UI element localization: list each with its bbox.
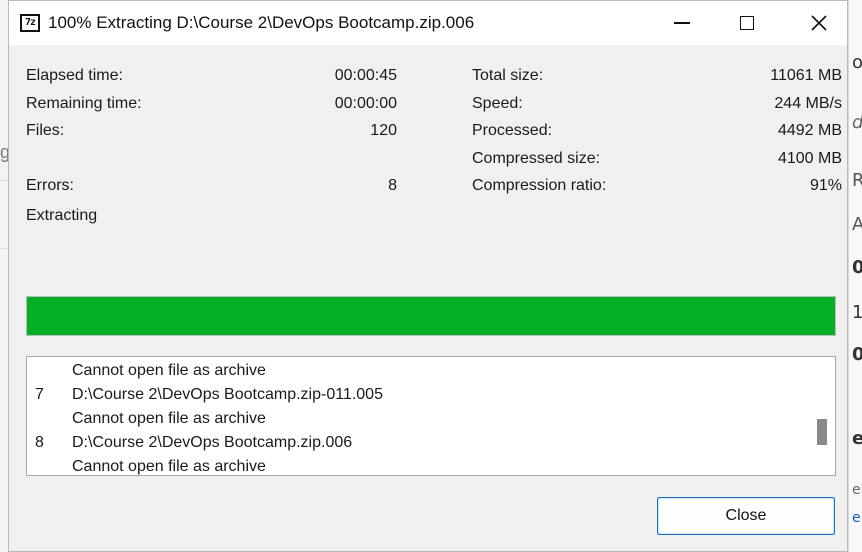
total-size-value: 11061 MB xyxy=(770,67,842,84)
status-text: Extracting xyxy=(26,207,98,224)
progress-bar xyxy=(26,296,836,336)
minimize-button[interactable] xyxy=(659,1,705,45)
maximize-button[interactable] xyxy=(724,1,770,45)
compressed-size-label: Compressed size: xyxy=(472,150,601,167)
total-size-label: Total size: xyxy=(472,67,544,84)
log-message: D:\Course 2\DevOps Bootcamp.zip-011.005 xyxy=(72,386,383,403)
files-value: 120 xyxy=(370,122,397,139)
log-message: Cannot open file as archive xyxy=(72,458,266,475)
background-text-fragment: A xyxy=(852,214,862,235)
remaining-time-label: Remaining time: xyxy=(26,95,142,112)
log-index: 8 xyxy=(35,434,44,451)
window-close-button[interactable] xyxy=(796,1,842,45)
log-scrollbar[interactable] xyxy=(809,357,835,475)
list-item: Cannot open file as archive xyxy=(27,407,807,431)
background-text-fragment: 0 xyxy=(852,344,862,365)
elapsed-time-label: Elapsed time: xyxy=(26,67,123,84)
errors-label: Errors: xyxy=(26,177,74,194)
remaining-time-value: 00:00:00 xyxy=(334,95,397,112)
extract-progress-dialog: 7z 100% Extracting D:\Course 2\DevOps Bo… xyxy=(8,0,848,552)
background-text-fragment: d xyxy=(852,112,862,133)
compression-ratio-label: Compression ratio: xyxy=(472,177,607,194)
close-icon xyxy=(811,15,827,31)
window-title: 100% Extracting D:\Course 2\DevOps Bootc… xyxy=(48,13,475,32)
background-text-fragment: 0 xyxy=(852,257,862,278)
minimize-icon xyxy=(674,22,690,24)
7zip-app-icon: 7z xyxy=(20,14,40,32)
log-message: Cannot open file as archive xyxy=(72,410,266,427)
log-message: Cannot open file as archive xyxy=(72,362,266,379)
errors-value: 8 xyxy=(388,177,397,194)
scrollbar-thumb[interactable] xyxy=(817,419,827,445)
maximize-icon xyxy=(740,16,754,30)
background-text-fragment: ou xyxy=(852,52,862,73)
background-text-fragment: e xyxy=(852,510,861,526)
speed-label: Speed: xyxy=(472,95,523,112)
files-label: Files: xyxy=(26,122,65,139)
elapsed-time-value: 00:00:45 xyxy=(334,67,397,84)
processed-label: Processed: xyxy=(472,122,553,139)
log-message: D:\Course 2\DevOps Bootcamp.zip.006 xyxy=(72,434,353,451)
background-app-window: ou d R A 0 1 0 ea ele e xyxy=(848,0,862,552)
list-item: 8 D:\Course 2\DevOps Bootcamp.zip.006 xyxy=(27,431,807,455)
log-index: 7 xyxy=(35,386,44,403)
close-button[interactable]: Close xyxy=(657,497,835,535)
background-text-fragment: 1 xyxy=(852,302,862,323)
background-text-fragment: ea xyxy=(852,428,862,449)
list-item: Cannot open file as archive xyxy=(27,455,807,475)
error-log-list[interactable]: Cannot open file as archive 7 D:\Course … xyxy=(26,356,836,476)
speed-value: 244 MB/s xyxy=(774,95,842,112)
compression-ratio-value: 91% xyxy=(809,177,842,194)
list-item: 7 D:\Course 2\DevOps Bootcamp.zip-011.00… xyxy=(27,383,807,407)
processed-value: 4492 MB xyxy=(777,122,842,139)
background-text-fragment: ele xyxy=(852,482,862,498)
list-item: Cannot open file as archive xyxy=(27,359,807,383)
title-bar[interactable]: 7z 100% Extracting D:\Course 2\DevOps Bo… xyxy=(9,1,847,45)
background-text-fragment: R xyxy=(852,170,862,191)
compressed-size-value: 4100 MB xyxy=(777,150,842,167)
progress-bar-fill xyxy=(27,297,835,335)
